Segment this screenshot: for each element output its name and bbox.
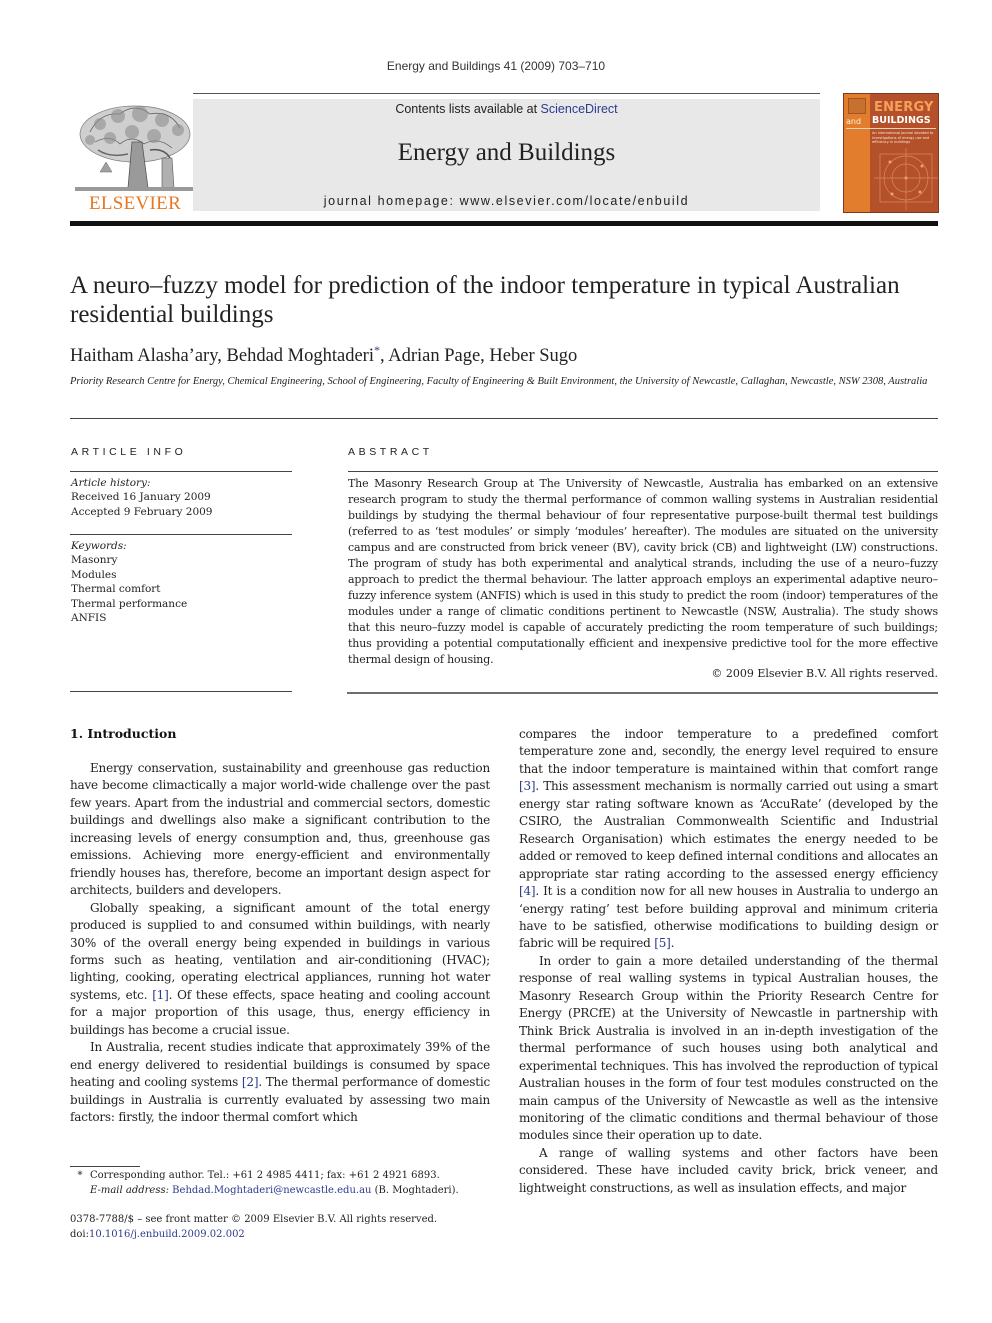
email-label: E-mail address: (90, 1185, 173, 1196)
paragraph: compares the indoor temperature to a pre… (519, 726, 938, 953)
abstract-bottom-divider (347, 692, 938, 694)
cover-subtitle: An international journal devoted to inve… (872, 131, 934, 144)
author-name: Heber Sugo (489, 346, 578, 367)
author-separator: , (379, 346, 389, 367)
keywords-heading: Keywords: (71, 540, 127, 552)
keyword-item: Masonry (71, 554, 118, 567)
sciencedirect-link[interactable]: ScienceDirect (541, 102, 618, 116)
elsevier-wordmark[interactable]: ELSEVIER (70, 193, 200, 215)
author-name: Adrian Page (388, 346, 481, 367)
keyword-item: Thermal performance (71, 597, 188, 610)
article-title: A neuro–fuzzy model for prediction of th… (70, 272, 900, 328)
article-history-heading: Article history: (71, 477, 151, 489)
cover-title-and: and (846, 117, 862, 126)
cover-elsevier-emblem-icon (848, 98, 866, 114)
tree-icon (75, 105, 195, 191)
homepage-prefix: journal homepage: (323, 194, 460, 208)
cover-divider (846, 128, 936, 129)
doi-link[interactable]: 10.1016/j.enbuild.2009.02.002 (89, 1229, 245, 1240)
footnote-marker: * (77, 1170, 83, 1181)
citation-link[interactable]: [3] (519, 779, 536, 793)
email-suffix: (B. Moghtaderi). (371, 1185, 459, 1196)
body-column-right: compares the indoor temperature to a pre… (519, 726, 938, 1197)
author-name: Behdad Moghtaderi (226, 346, 374, 367)
corresponding-author-footnote: * Corresponding author. Tel.: +61 2 4985 … (70, 1168, 500, 1198)
front-matter-info: 0378-7788/$ – see front matter © 2009 El… (70, 1212, 500, 1242)
paragraph-text: . It is a condition now for all new hous… (519, 884, 938, 951)
article-info-divider (70, 471, 292, 472)
paragraph: Globally speaking, a significant amount … (70, 900, 490, 1040)
email-link[interactable]: Behdad.Moghtaderi@newcastle.edu.au (172, 1185, 371, 1196)
paragraph-text: Globally speaking, a significant amount … (70, 900, 490, 1002)
keyword-item: Modules (71, 568, 117, 581)
citation-link[interactable]: [1] (152, 988, 169, 1002)
paragraph-text: . This assessment mechanism is normally … (519, 779, 938, 881)
keyword-item: ANFIS (71, 612, 107, 625)
paragraph: Energy conservation, sustainability and … (70, 761, 490, 898)
journal-citation: Energy and Buildings 41 (2009) 703–710 (386, 59, 606, 73)
paragraph: In order to gain a more detailed underst… (519, 953, 938, 1143)
cover-plan-graphic-icon (874, 148, 938, 210)
abstract-heading: ABSTRACT (348, 446, 433, 458)
abstract-divider (348, 471, 938, 472)
author-separator: , (217, 346, 227, 367)
title-divider (70, 418, 938, 419)
author-list: Haitham Alasha’ary, Behdad Moghtaderi*, … (70, 343, 577, 367)
homepage-url-link[interactable]: www.elsevier.com/locate/enbuild (460, 194, 690, 208)
abstract-text: The Masonry Research Group at The Univer… (348, 477, 938, 666)
citation-link[interactable]: [4] (519, 884, 536, 898)
cover-title-buildings: BUILDINGS (872, 115, 931, 126)
accepted-date: Accepted 9 February 2009 (71, 505, 213, 518)
abstract-copyright: © 2009 Elsevier B.V. All rights reserved… (711, 667, 938, 680)
author-name: Haitham Alasha’ary (70, 346, 218, 367)
paragraph: In Australia, recent studies indicate th… (70, 1039, 490, 1126)
journal-homepage: journal homepage: www.elsevier.com/locat… (193, 194, 820, 208)
footnote-divider (70, 1166, 140, 1167)
keywords-divider (70, 534, 292, 535)
received-date: Received 16 January 2009 (71, 491, 211, 504)
header-divider (193, 93, 820, 94)
cover-title-energy: ENERGY (874, 100, 934, 115)
corresponding-contact: Corresponding author. Tel.: +61 2 4985 4… (90, 1170, 440, 1181)
citation-link[interactable]: [2] (242, 1075, 259, 1089)
body-column-left: Energy conservation, sustainability and … (70, 760, 490, 1127)
paragraph: A range of walling systems and other fac… (519, 1145, 938, 1195)
journal-name: Energy and Buildings (397, 139, 616, 166)
journal-cover-image[interactable]: ENERGY and BUILDINGS An international jo… (843, 93, 939, 213)
doi-prefix: doi: (70, 1229, 89, 1240)
contents-availability: Contents lists available at ScienceDirec… (193, 102, 820, 116)
article-history: Article history: Received 16 January 200… (71, 476, 291, 519)
contents-prefix: Contents lists available at (395, 102, 541, 116)
keyword-item: Thermal comfort (71, 583, 161, 596)
issn-copyright: 0378-7788/$ – see front matter © 2009 El… (70, 1214, 438, 1225)
citation-link[interactable]: [5] (654, 936, 671, 950)
paragraph-text: compares the indoor temperature to a pre… (519, 727, 938, 776)
section-heading-introduction: 1. Introduction (70, 726, 177, 741)
header-thick-rule (70, 221, 938, 226)
article-info-bottom-divider (70, 691, 292, 692)
keywords-block: Keywords: Masonry Modules Thermal comfor… (71, 539, 291, 625)
paragraph-text: . (670, 936, 675, 951)
author-affiliation: Priority Research Centre for Energy, Che… (70, 376, 928, 387)
article-info-heading: ARTICLE INFO (71, 446, 187, 458)
